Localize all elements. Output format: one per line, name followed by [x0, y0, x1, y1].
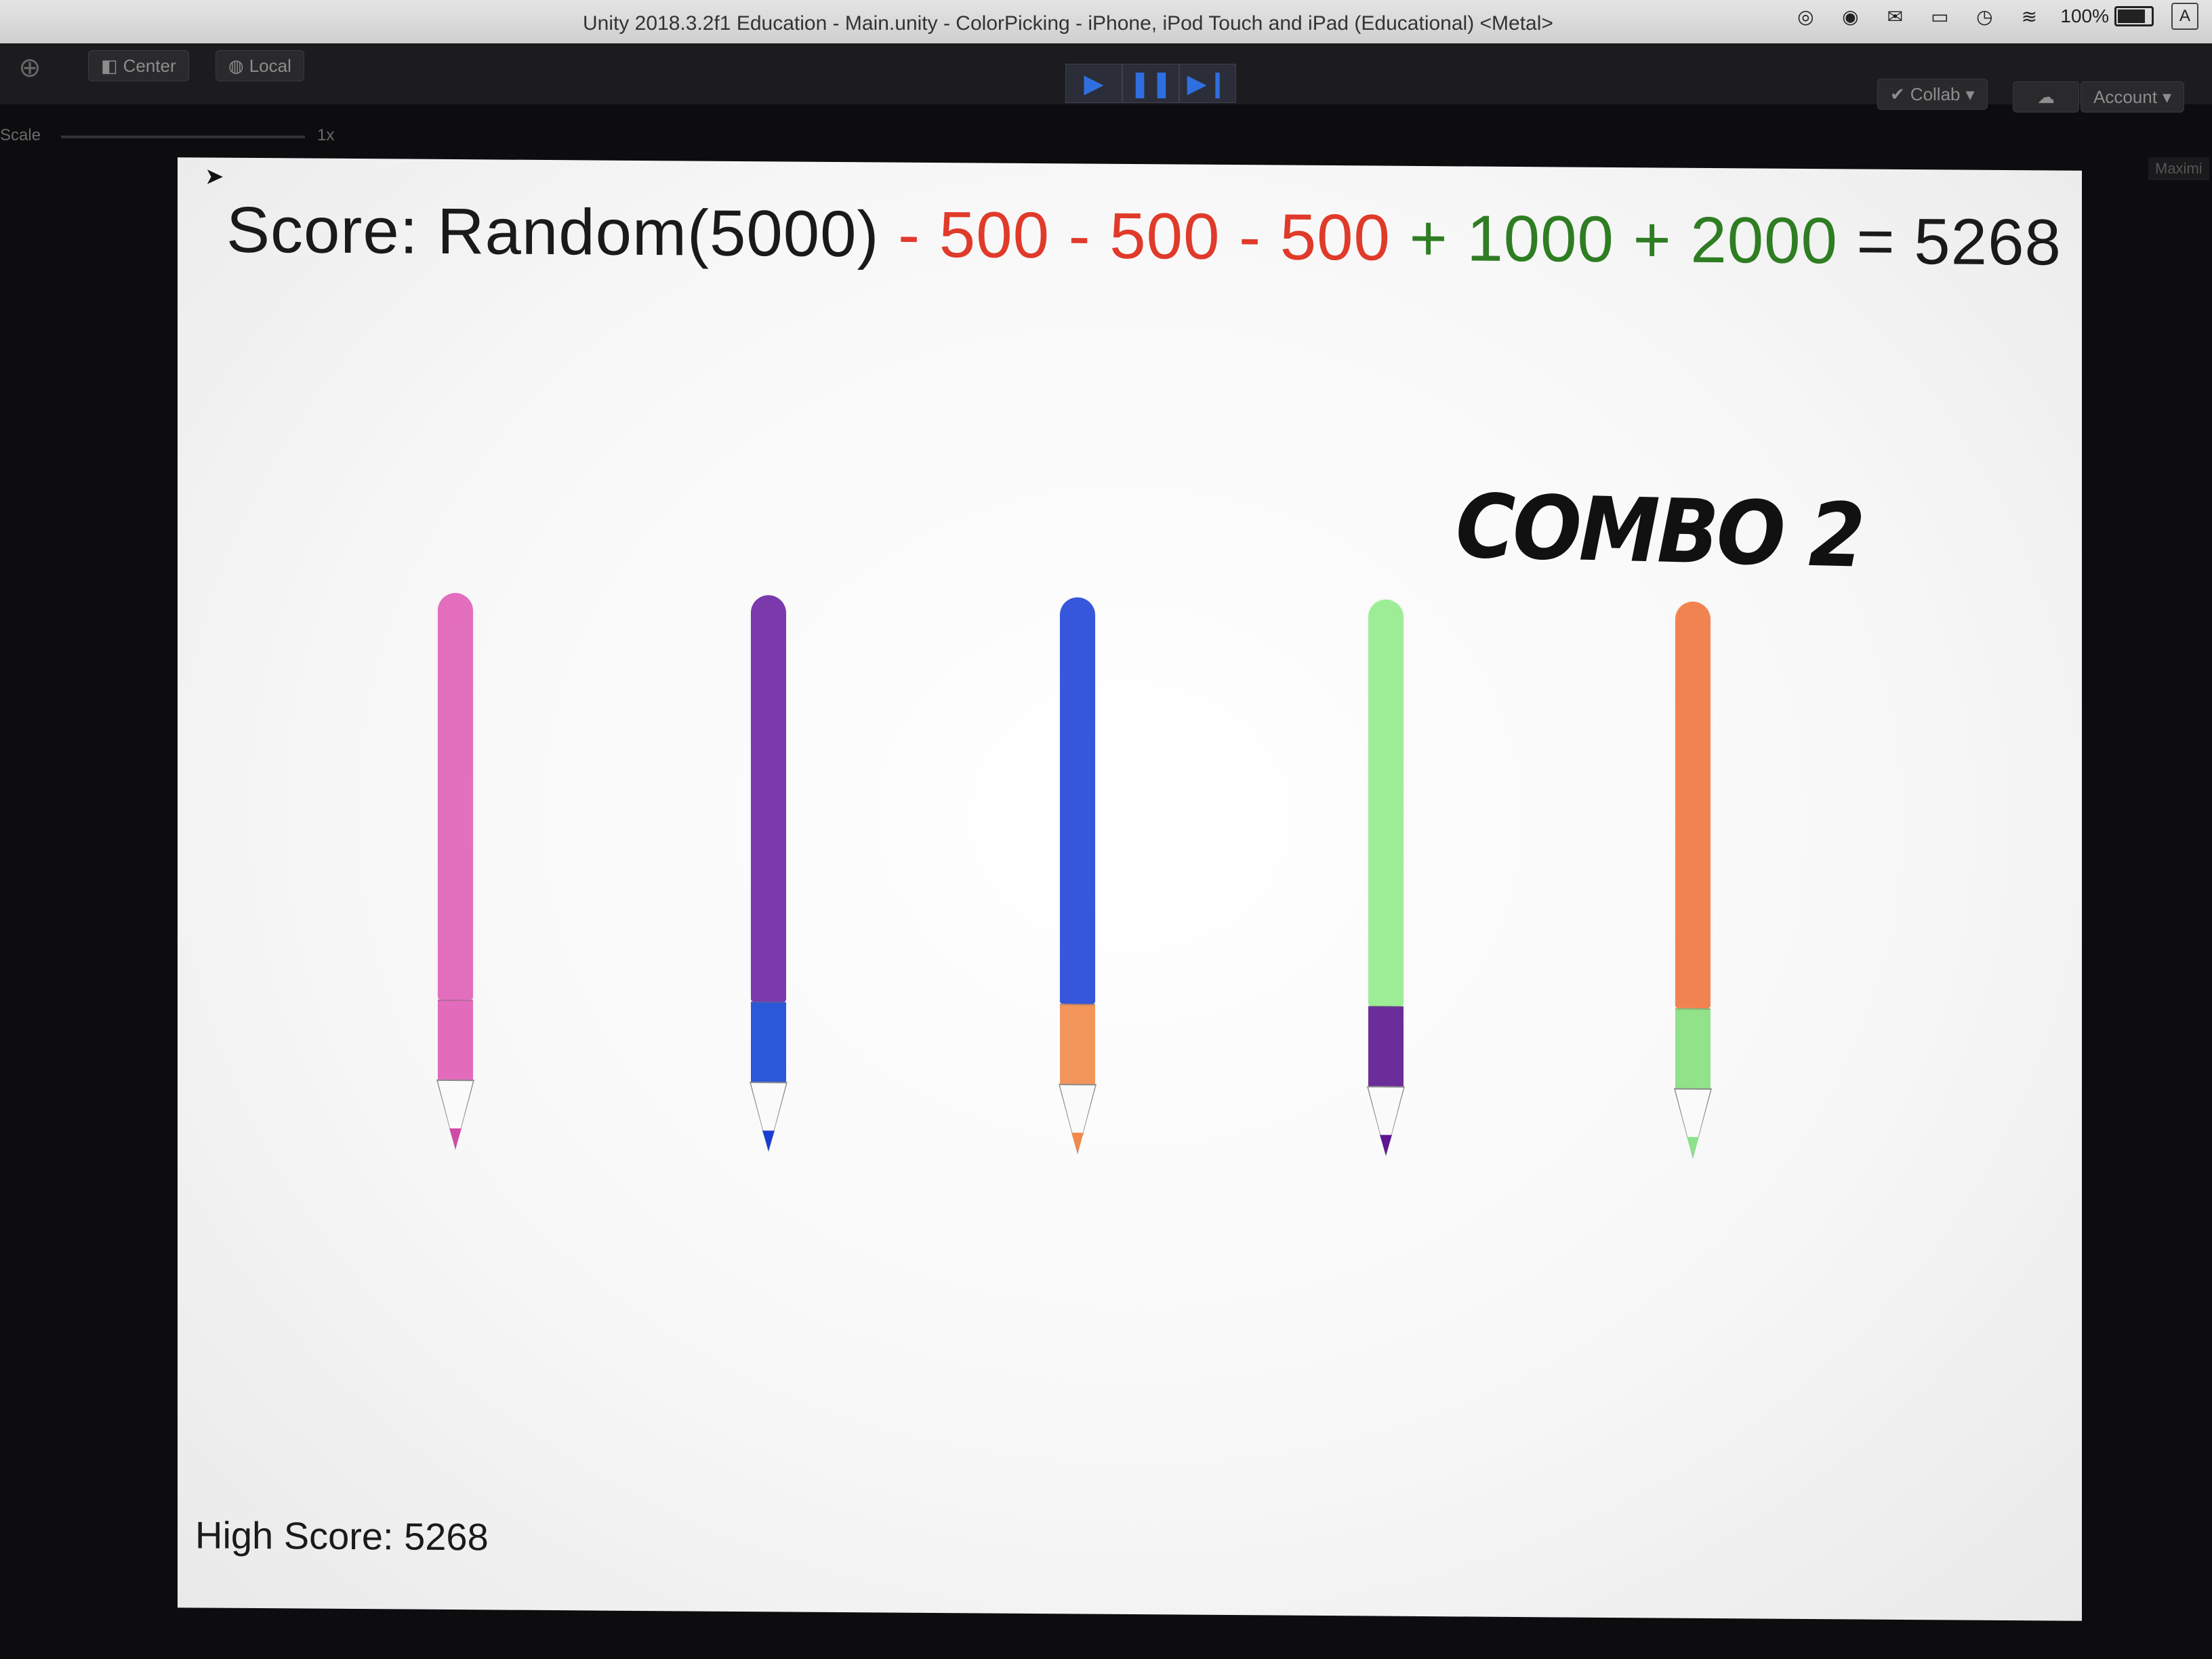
pivot-local-button[interactable]: ◍ Local [216, 50, 304, 81]
pencil-row [178, 591, 2082, 1214]
center-label: Center [123, 55, 176, 76]
pause-icon: ❚❚ [1129, 69, 1172, 98]
check-icon: ✔ [1890, 83, 1905, 104]
score-total: = 5268 [1837, 205, 2062, 279]
score-equation: Score: Random(5000) - 500 - 500 - 500 + … [226, 193, 2062, 281]
pencil-lead [449, 1128, 462, 1149]
score-term: + 2000 [1614, 203, 1838, 278]
score-term: - 500 [879, 198, 1050, 272]
mouse-cursor-icon: ➤ [205, 163, 224, 190]
wifi-icon[interactable]: ≋ [2015, 5, 2043, 27]
account-label: Account [2093, 86, 2157, 107]
time-machine-icon[interactable]: ◷ [1971, 5, 1998, 27]
collab-button[interactable]: ✔ Collab ▾ [1877, 79, 1988, 110]
play-icon: ▶ [1084, 69, 1104, 98]
account-button[interactable]: Account ▾ [2081, 81, 2185, 112]
pencil-lead [1380, 1134, 1392, 1155]
battery-indicator[interactable]: 100% [2060, 5, 2154, 27]
pencil-1[interactable] [430, 592, 484, 1163]
pencil-lead [762, 1130, 775, 1151]
local-icon: ◍ [228, 55, 244, 76]
pencil-band [751, 1002, 786, 1085]
pencil-body [1060, 597, 1095, 1004]
pivot-center-button[interactable]: ◧ Center [88, 50, 189, 81]
chevron-down-icon: ▾ [1965, 83, 1975, 104]
pencil-band [1675, 1008, 1711, 1091]
play-controls: ▶ ❚❚ ▶❙ [1065, 64, 1236, 103]
pencil-2[interactable] [743, 595, 797, 1165]
window-title: Unity 2018.3.2f1 Education - Main.unity … [583, 12, 1553, 35]
game-view-scale: Scale 1x [0, 121, 407, 155]
score-term: + 1000 [1390, 201, 1614, 276]
pencil-3[interactable] [1052, 597, 1106, 1167]
combo-label: COMBO 2 [1454, 474, 1864, 588]
cloud-button[interactable]: ☁ [2013, 81, 2079, 112]
pencil-body [438, 592, 473, 1000]
cloud-icon: ☁ [2037, 86, 2055, 107]
unity-toolbar: ⊕ ◧ Center ◍ Local ▶ ❚❚ ▶❙ ✔ Collab ▾ ☁ … [0, 43, 2212, 112]
battery-icon [2114, 6, 2154, 26]
airplay-icon[interactable]: ▭ [1926, 5, 1953, 27]
scale-value: 1x [317, 126, 335, 144]
pencil-band [1060, 1004, 1095, 1087]
score-term: - 500 [1220, 200, 1391, 274]
game-view[interactable]: ➤ Score: Random(5000) - 500 - 500 - 500 … [178, 157, 2082, 1621]
high-score-label: High Score: 5268 [195, 1513, 489, 1559]
chevron-down-icon: ▾ [2162, 86, 2172, 107]
pencil-body [1368, 599, 1404, 1006]
step-button[interactable]: ▶❙ [1179, 64, 1236, 103]
maximize-on-play-button[interactable]: Maximi [2148, 157, 2209, 180]
scale-slider[interactable] [61, 136, 305, 138]
pencil-lead [1687, 1136, 1699, 1158]
window-title-bar: Unity 2018.3.2f1 Education - Main.unity … [0, 0, 2212, 43]
pencil-band [438, 999, 473, 1083]
mail-icon[interactable]: ✉ [1881, 5, 1908, 27]
input-source-badge[interactable]: A [2171, 3, 2198, 30]
battery-percent: 100% [2060, 5, 2109, 26]
play-button[interactable]: ▶ [1065, 64, 1122, 103]
pivot-icon: ◧ [101, 55, 118, 76]
pencil-body [751, 595, 786, 1002]
pencil-4[interactable] [1360, 599, 1414, 1169]
step-icon: ▶❙ [1187, 69, 1229, 98]
rect-tool-icon[interactable]: ⊕ [9, 49, 50, 87]
pencil-band [1368, 1006, 1404, 1089]
pause-button[interactable]: ❚❚ [1122, 64, 1179, 103]
pencil-body [1675, 601, 1711, 1008]
pencil-lead [1071, 1132, 1084, 1153]
score-term: - 500 [1049, 199, 1221, 273]
collab-label: Collab [1910, 83, 1961, 104]
local-label: Local [249, 55, 291, 76]
teamviewer-icon[interactable]: ◉ [1837, 5, 1864, 27]
score-prefix: Score: Random(5000) [226, 193, 880, 271]
pencil-5[interactable] [1667, 601, 1721, 1172]
creative-cloud-icon[interactable]: ◎ [1792, 5, 1819, 27]
scale-label: Scale [0, 126, 41, 144]
menu-bar-extras: ◎ ◉ ✉ ▭ ◷ ≋ 100% A [1792, 3, 2198, 30]
